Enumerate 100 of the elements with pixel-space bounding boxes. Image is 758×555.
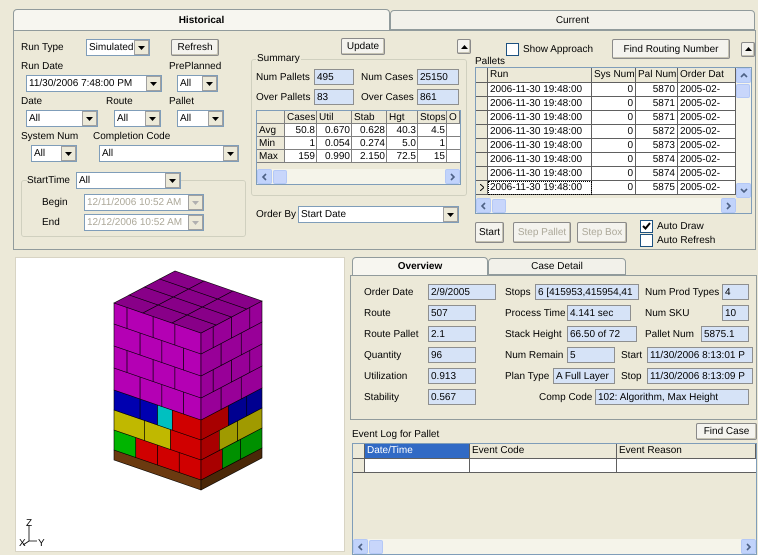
- scrollbar-thumb[interactable]: [736, 84, 750, 98]
- table-cell: 5874: [636, 153, 678, 167]
- value-field[interactable]: 83: [314, 89, 354, 105]
- value-field[interactable]: 0.913: [428, 368, 476, 384]
- scroll-right-button[interactable]: [741, 539, 756, 554]
- option-checkbox[interactable]: [640, 234, 653, 246]
- scrollbar-thumb[interactable]: [492, 198, 506, 212]
- completion-code-dropdown[interactable]: All: [99, 145, 239, 162]
- column-header[interactable]: Cases: [285, 111, 317, 124]
- run-type-dropdown[interactable]: Simulated: [86, 39, 150, 56]
- table-cell: 159: [285, 150, 317, 163]
- value-field[interactable]: 5875.1: [701, 326, 749, 342]
- find-case-button[interactable]: Find Case: [696, 423, 757, 440]
- order-by-dropdown[interactable]: Start Date: [298, 206, 459, 223]
- value-field[interactable]: 861: [417, 89, 459, 105]
- scroll-left-button[interactable]: [476, 198, 491, 213]
- caret-down-icon[interactable]: [134, 40, 149, 55]
- horizontal-scrollbar[interactable]: [257, 169, 460, 184]
- scroll-left-button[interactable]: [257, 169, 272, 184]
- table-cell: 5874: [636, 167, 678, 181]
- table-cell: 0.274: [352, 137, 387, 150]
- table-row[interactable]: 2006-11-30 19:48:00 0 5875 2005-02-: [476, 181, 736, 195]
- value-field[interactable]: 102: Algorithm, Max Height: [595, 389, 749, 405]
- scrollbar-thumb[interactable]: [369, 540, 383, 554]
- scroll-down-button[interactable]: [736, 183, 751, 198]
- caret-down-icon[interactable]: [145, 111, 160, 126]
- scroll-left-button[interactable]: [353, 539, 368, 554]
- value-field[interactable]: 11/30/2006 8:13:01 P: [647, 347, 753, 363]
- start-time-dropdown[interactable]: All: [76, 172, 181, 189]
- vertical-scrollbar[interactable]: [736, 68, 751, 198]
- value-field[interactable]: 6 [415953,415954,41: [535, 284, 639, 300]
- value-field[interactable]: 2.1: [428, 326, 476, 342]
- table-row[interactable]: 2006-11-30 19:48:00 0 5873 2005-02-: [476, 139, 736, 153]
- column-header[interactable]: O: [447, 111, 460, 124]
- field-label: Num SKU: [645, 306, 690, 320]
- table-cell: 0: [592, 111, 636, 125]
- collapse-button[interactable]: [741, 42, 755, 56]
- scroll-up-button[interactable]: [736, 68, 751, 83]
- pallet-dropdown[interactable]: All: [177, 110, 224, 127]
- table-row[interactable]: 2006-11-30 19:48:00 0 5874 2005-02-: [476, 153, 736, 167]
- tab[interactable]: Historical: [13, 9, 390, 30]
- caret-down-icon[interactable]: [164, 173, 180, 188]
- value-field[interactable]: 4.141 sec: [567, 305, 631, 321]
- caret-down-icon[interactable]: [202, 76, 217, 91]
- update-button[interactable]: Update: [341, 38, 385, 55]
- refresh-button[interactable]: Refresh: [171, 39, 219, 56]
- column-header[interactable]: Date/Time: [365, 444, 470, 459]
- show-approach-checkbox[interactable]: [506, 42, 519, 56]
- run-date-dropdown[interactable]: 11/30/2006 7:48:00 PM: [26, 75, 162, 92]
- field-label: Pallet Num: [645, 328, 695, 340]
- table-row[interactable]: 2006-11-30 19:48:00 0 5871 2005-02-: [476, 111, 736, 125]
- caret-down-icon[interactable]: [146, 76, 161, 91]
- horizontal-scrollbar[interactable]: [476, 198, 736, 213]
- table-cell: 2006-11-30 19:48:00: [488, 181, 592, 195]
- tab[interactable]: Current: [390, 10, 755, 30]
- table-row[interactable]: 2006-11-30 19:48:00 0 5874 2005-02-: [476, 167, 736, 181]
- system-num-dropdown[interactable]: All: [31, 145, 77, 162]
- value-field[interactable]: 507: [428, 305, 476, 321]
- table-cell: 5873: [636, 139, 678, 153]
- caret-down-icon[interactable]: [82, 111, 97, 126]
- column-header[interactable]: Util: [317, 111, 352, 124]
- checkmark-icon: [642, 222, 651, 230]
- find-routing-number-button[interactable]: Find Routing Number: [612, 39, 730, 59]
- collapse-button[interactable]: [457, 39, 471, 54]
- option-checkbox[interactable]: [640, 220, 653, 232]
- table-cell: 5875: [636, 181, 678, 195]
- value-field[interactable]: 2/9/2005: [428, 284, 496, 300]
- column-header[interactable]: Hgt: [387, 111, 418, 124]
- action-button[interactable]: Start: [475, 222, 504, 243]
- tab[interactable]: Overview: [352, 257, 488, 275]
- value-field[interactable]: A Full Layer: [553, 368, 615, 384]
- column-header[interactable]: Stops: [418, 111, 447, 124]
- caret-down-icon[interactable]: [223, 146, 238, 161]
- column-header[interactable]: Stab: [352, 111, 387, 124]
- scroll-right-button[interactable]: [445, 169, 460, 184]
- horizontal-scrollbar[interactable]: [353, 539, 756, 554]
- caret-down-icon[interactable]: [443, 207, 458, 222]
- value-field[interactable]: 11/30/2006 8:13:09 P: [647, 368, 753, 384]
- preplanned-dropdown[interactable]: All: [177, 75, 218, 92]
- value-field[interactable]: 25150: [417, 69, 459, 85]
- caret-down-icon[interactable]: [61, 146, 76, 161]
- field-label: Date: [21, 95, 44, 108]
- value-field[interactable]: 495: [314, 69, 354, 85]
- value-field[interactable]: 5: [567, 347, 615, 363]
- scroll-right-button[interactable]: [721, 198, 736, 213]
- value-field[interactable]: 4: [722, 284, 749, 300]
- value-field[interactable]: 0.567: [428, 389, 476, 405]
- value-field[interactable]: 96: [428, 347, 476, 363]
- table-cell: 0.670: [317, 124, 352, 137]
- table-row[interactable]: 2006-11-30 19:48:00 0 5872 2005-02-: [476, 125, 736, 139]
- section-title: Pallets: [475, 55, 506, 68]
- date-dropdown[interactable]: All: [26, 110, 98, 127]
- tab[interactable]: Case Detail: [488, 258, 626, 275]
- table-row[interactable]: 2006-11-30 19:48:00 0 5870 2005-02-: [476, 83, 736, 97]
- value-field[interactable]: 10: [722, 305, 749, 321]
- scrollbar-thumb[interactable]: [273, 170, 287, 184]
- route-dropdown[interactable]: All: [114, 110, 161, 127]
- caret-down-icon[interactable]: [208, 111, 223, 126]
- table-row[interactable]: 2006-11-30 19:48:00 0 5871 2005-02-: [476, 97, 736, 111]
- value-field[interactable]: 66.50 of 72: [567, 326, 637, 342]
